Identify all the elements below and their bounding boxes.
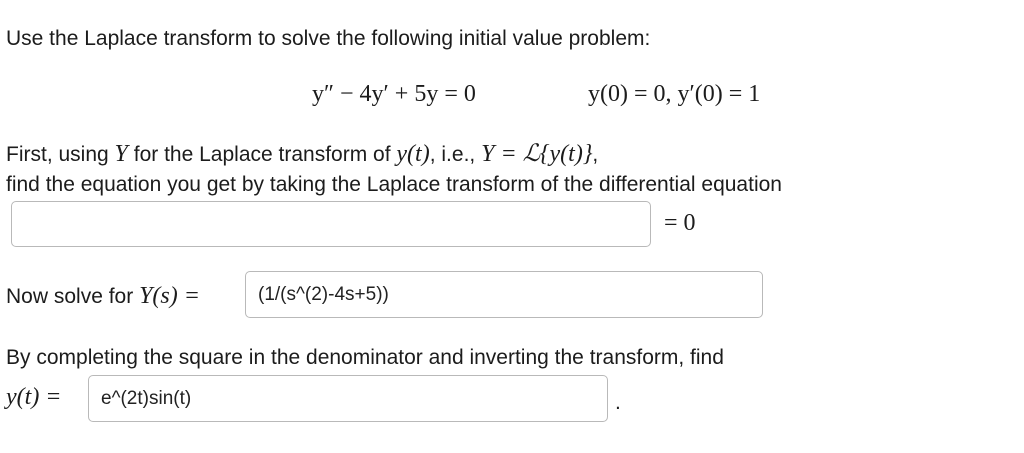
math-y-of-t-label: y(t) = (6, 384, 62, 410)
step3-instruction: By completing the square in the denomina… (6, 346, 724, 369)
math-Y: Y (114, 141, 128, 167)
step1-instruction-line2: find the equation you get by taking the … (6, 173, 782, 196)
y-of-t-input[interactable]: e^(2t)sin(t) (88, 375, 608, 422)
transformed-equation-input[interactable] (11, 201, 651, 247)
trailing-period: . (615, 391, 621, 414)
step1-text-first: First, using (6, 143, 109, 166)
equals-zero-label: = 0 (664, 210, 696, 236)
step1-text-ie: , i.e., (429, 143, 476, 166)
math-laplace-definition: Y = ℒ{y(t)} (481, 141, 593, 167)
step2-label: Now solve for Y(s) = (6, 282, 200, 310)
Y-of-s-input[interactable]: (1/(s^(2)-4s+5)) (245, 271, 763, 318)
math-y-of-t: y(t) (396, 141, 430, 167)
step1-instruction-line1: First, using Y for the Laplace transform… (6, 140, 598, 168)
step1-text-mid: for the Laplace transform of (133, 143, 391, 166)
step2-text: Now solve for (6, 285, 134, 308)
Y-of-s-value: (1/(s^(2)-4s+5)) (258, 283, 389, 305)
math-Y-of-s: Y(s) = (139, 283, 200, 309)
differential-equation: y″ − 4y′ + 5y = 0 (312, 81, 476, 107)
problem-intro: Use the Laplace transform to solve the f… (6, 27, 651, 50)
initial-conditions: y(0) = 0, y′(0) = 1 (588, 81, 761, 107)
step1-text-end: , (592, 143, 599, 166)
y-of-t-value: e^(2t)sin(t) (101, 387, 192, 409)
